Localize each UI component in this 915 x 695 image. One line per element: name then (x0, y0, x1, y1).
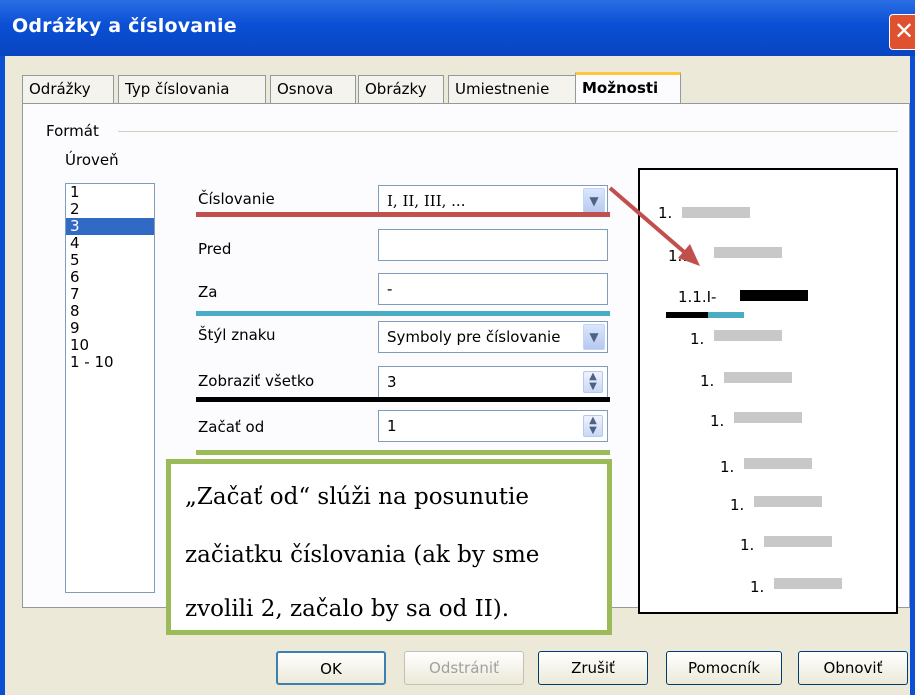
cancel-button[interactable]: Zrušiť (538, 651, 648, 685)
note-line: „Začať od“ slúži na posunutie (185, 484, 530, 510)
note-line: začiatku číslovania (ak by sme (185, 542, 540, 568)
note-line: zvolili 2, začalo by sa od II). (185, 596, 510, 622)
annotation-note: „Začať od“ slúži na posunutie začiatku č… (166, 459, 612, 635)
remove-button[interactable]: Odstrániť (404, 651, 524, 685)
help-button[interactable]: Pomocník (666, 651, 782, 685)
ok-button[interactable]: OK (276, 651, 386, 685)
arrow-shaft (608, 186, 692, 259)
reset-button[interactable]: Obnoviť (798, 651, 908, 685)
